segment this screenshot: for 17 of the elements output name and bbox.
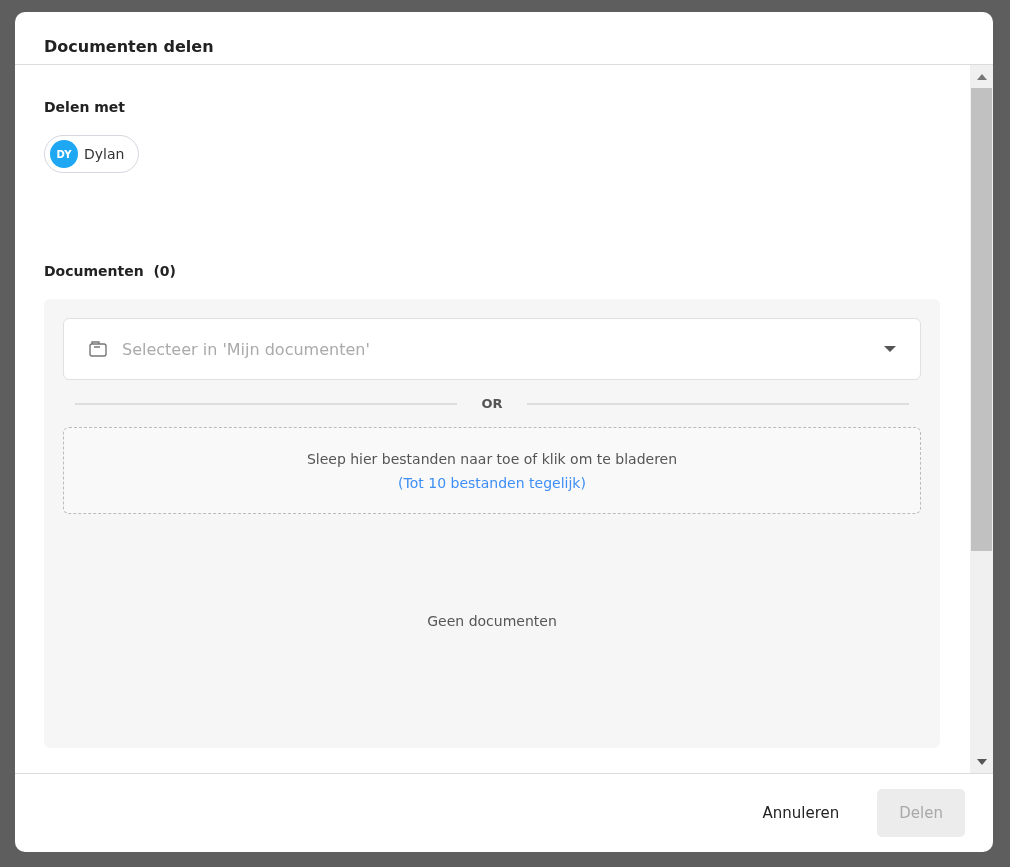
scroll-down-icon[interactable]: [976, 758, 987, 765]
divider-text: OR: [481, 396, 503, 411]
drop-zone-hint: (Tot 10 bestanden tegelijk): [398, 474, 586, 491]
drop-zone-text: Sleep hier bestanden naar toe of klik om te bladeren: [306, 450, 678, 467]
recipient-name: Dylan: [84, 146, 125, 162]
drop-zone[interactable]: Sleep hier bestanden naar toe of klik om te bladeren (Tot 10 bestanden tegelijk): [63, 427, 921, 514]
scroll-up-icon[interactable]: [976, 73, 987, 80]
avatar: DY: [50, 140, 78, 168]
cancel-button[interactable]: Annuleren: [740, 789, 862, 837]
empty-message: Geen documenten: [427, 613, 557, 629]
section-label: Delen met: [44, 99, 127, 115]
scrollbar-thumb[interactable]: [971, 88, 992, 551]
caret-icon: [884, 346, 896, 352]
folder-icon: [88, 339, 108, 359]
dialog-title: Documenten delen: [44, 37, 214, 56]
scrollbar[interactable]: [970, 65, 993, 773]
section-label: Documenten (0): [44, 263, 177, 279]
